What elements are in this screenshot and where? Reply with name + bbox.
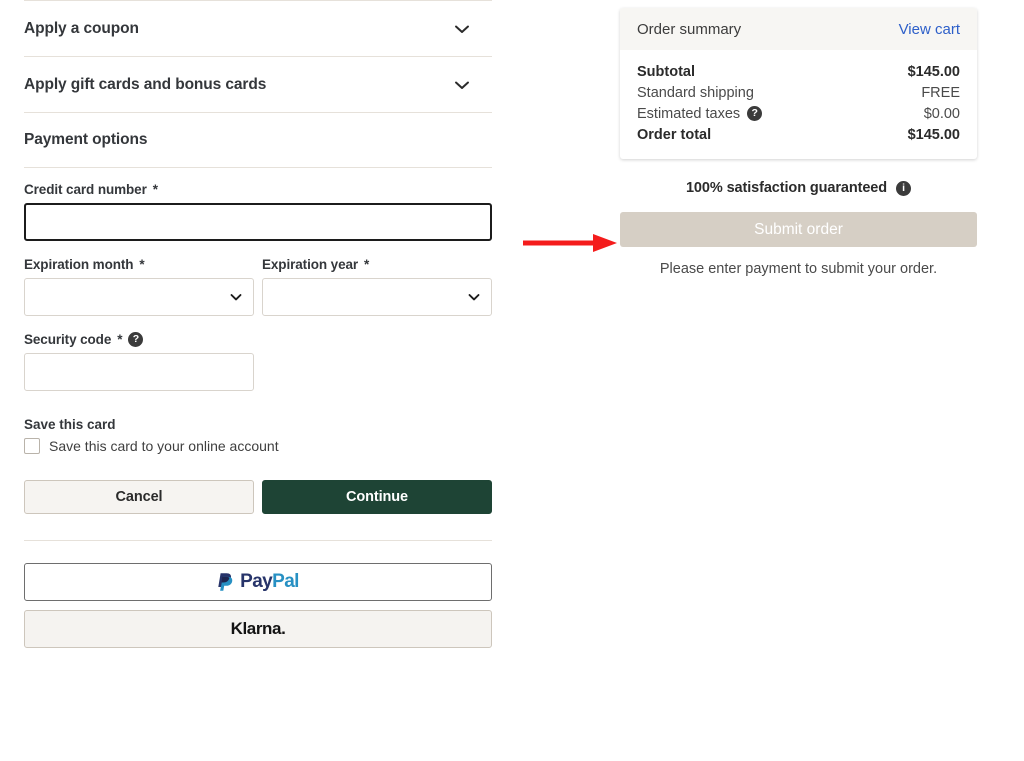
- required-marker: *: [139, 257, 144, 272]
- red-right-arrow-annotation-icon: [523, 233, 619, 253]
- card-number-label: Credit card number *: [24, 182, 492, 197]
- order-summary-row-label-text: Subtotal: [637, 64, 695, 80]
- expiration-month-label: Expiration month *: [24, 257, 254, 272]
- required-marker: *: [153, 182, 158, 197]
- save-card-checkbox-label: Save this card to your online account: [49, 438, 279, 454]
- checkout-left-column: Apply a coupon Apply gift cards and bonu…: [24, 0, 492, 648]
- submit-order-button-label: Submit order: [754, 221, 843, 239]
- form-button-row: Cancel Continue: [24, 480, 492, 514]
- order-summary-row-label: Standard shipping: [637, 85, 754, 101]
- save-card-checkbox-row[interactable]: Save this card to your online account: [24, 438, 492, 454]
- info-icon[interactable]: i: [896, 181, 911, 196]
- continue-button[interactable]: Continue: [262, 480, 492, 514]
- expiration-row: Expiration month * Expiration year *: [24, 257, 492, 316]
- satisfaction-guarantee-text: 100% satisfaction guaranteed: [686, 180, 887, 196]
- help-question-icon[interactable]: ?: [747, 106, 762, 121]
- expiration-month-label-text: Expiration month: [24, 257, 133, 272]
- order-summary-row: Estimated taxes? $0.00: [637, 103, 960, 124]
- order-summary-row-value: $145.00: [908, 127, 960, 143]
- cancel-button-label: Cancel: [116, 489, 163, 505]
- expiration-month-group: Expiration month *: [24, 257, 254, 316]
- accordion-apply-gift-cards-label: Apply gift cards and bonus cards: [24, 76, 266, 94]
- klarna-button[interactable]: Klarna.: [24, 610, 492, 648]
- accordion-apply-coupon[interactable]: Apply a coupon: [24, 1, 492, 56]
- order-summary-title: Order summary: [637, 21, 741, 38]
- security-code-label-text: Security code: [24, 332, 111, 347]
- accordion-apply-coupon-label: Apply a coupon: [24, 20, 139, 38]
- paypal-button[interactable]: Pay Pal: [24, 563, 492, 601]
- checkout-right-column: Order summary View cart Subtotal$145.00S…: [620, 8, 977, 277]
- help-question-icon[interactable]: ?: [128, 332, 143, 347]
- payment-options-heading: Payment options: [24, 113, 492, 167]
- save-card-group: Save this card Save this card to your on…: [24, 417, 492, 454]
- order-summary-row-value: FREE: [921, 85, 960, 101]
- accordion-apply-gift-cards[interactable]: Apply gift cards and bonus cards: [24, 57, 492, 112]
- paypal-logo-text-pay: Pay: [240, 571, 272, 593]
- payment-options-title: Payment options: [24, 131, 147, 149]
- order-summary-card: Order summary View cart Subtotal$145.00S…: [620, 8, 977, 159]
- chevron-down-icon[interactable]: [452, 75, 472, 95]
- expiration-year-group: Expiration year *: [262, 257, 492, 316]
- submit-order-button[interactable]: Submit order: [620, 212, 977, 247]
- order-summary-row-label-text: Standard shipping: [637, 85, 754, 101]
- required-marker: *: [364, 257, 369, 272]
- order-summary-row-label: Order total: [637, 127, 711, 143]
- expiration-month-select-wrapper: [24, 278, 254, 316]
- expiration-year-label: Expiration year *: [262, 257, 492, 272]
- order-summary-row-value: $145.00: [908, 64, 960, 80]
- credit-card-form: Credit card number * Expiration month *: [24, 168, 492, 514]
- security-code-label: Security code * ?: [24, 332, 254, 347]
- expiration-month-select[interactable]: [24, 278, 254, 316]
- save-card-title: Save this card: [24, 417, 492, 432]
- security-code-group: Security code * ?: [24, 332, 254, 391]
- expiration-year-label-text: Expiration year: [262, 257, 358, 272]
- klarna-logo-text: Klarna.: [231, 619, 286, 639]
- expiration-year-select-wrapper: [262, 278, 492, 316]
- submit-order-note: Please enter payment to submit your orde…: [620, 261, 977, 277]
- order-summary-row-label: Subtotal: [637, 64, 695, 80]
- order-summary-row: Order total $145.00: [637, 124, 960, 145]
- order-summary-row-label-text: Order total: [637, 127, 711, 143]
- order-summary-header: Order summary View cart: [620, 8, 977, 50]
- order-summary-row: Subtotal $145.00: [637, 61, 960, 82]
- order-summary-row-label-text: Estimated taxes: [637, 106, 740, 122]
- satisfaction-guarantee-row: 100% satisfaction guaranteed i: [620, 180, 977, 196]
- divider-before-alt-payments: [24, 540, 492, 541]
- required-marker: *: [117, 332, 122, 347]
- save-card-checkbox[interactable]: [24, 438, 40, 454]
- credit-card-number-input[interactable]: [24, 203, 492, 241]
- chevron-down-icon[interactable]: [452, 19, 472, 39]
- expiration-year-select[interactable]: [262, 278, 492, 316]
- continue-button-label: Continue: [346, 489, 408, 505]
- paypal-logo-icon: [217, 572, 234, 592]
- order-summary-row-value: $0.00: [924, 106, 960, 122]
- security-code-input[interactable]: [24, 353, 254, 391]
- view-cart-link[interactable]: View cart: [899, 21, 960, 38]
- order-summary-row-label: Estimated taxes?: [637, 106, 762, 122]
- order-summary-rows: Subtotal $145.00 Standard shipping FREE Esti…: [620, 50, 977, 159]
- cancel-button[interactable]: Cancel: [24, 480, 254, 514]
- order-summary-row: Standard shipping FREE: [637, 82, 960, 103]
- paypal-logo-text-pal: Pal: [272, 571, 299, 593]
- card-number-label-text: Credit card number: [24, 182, 147, 197]
